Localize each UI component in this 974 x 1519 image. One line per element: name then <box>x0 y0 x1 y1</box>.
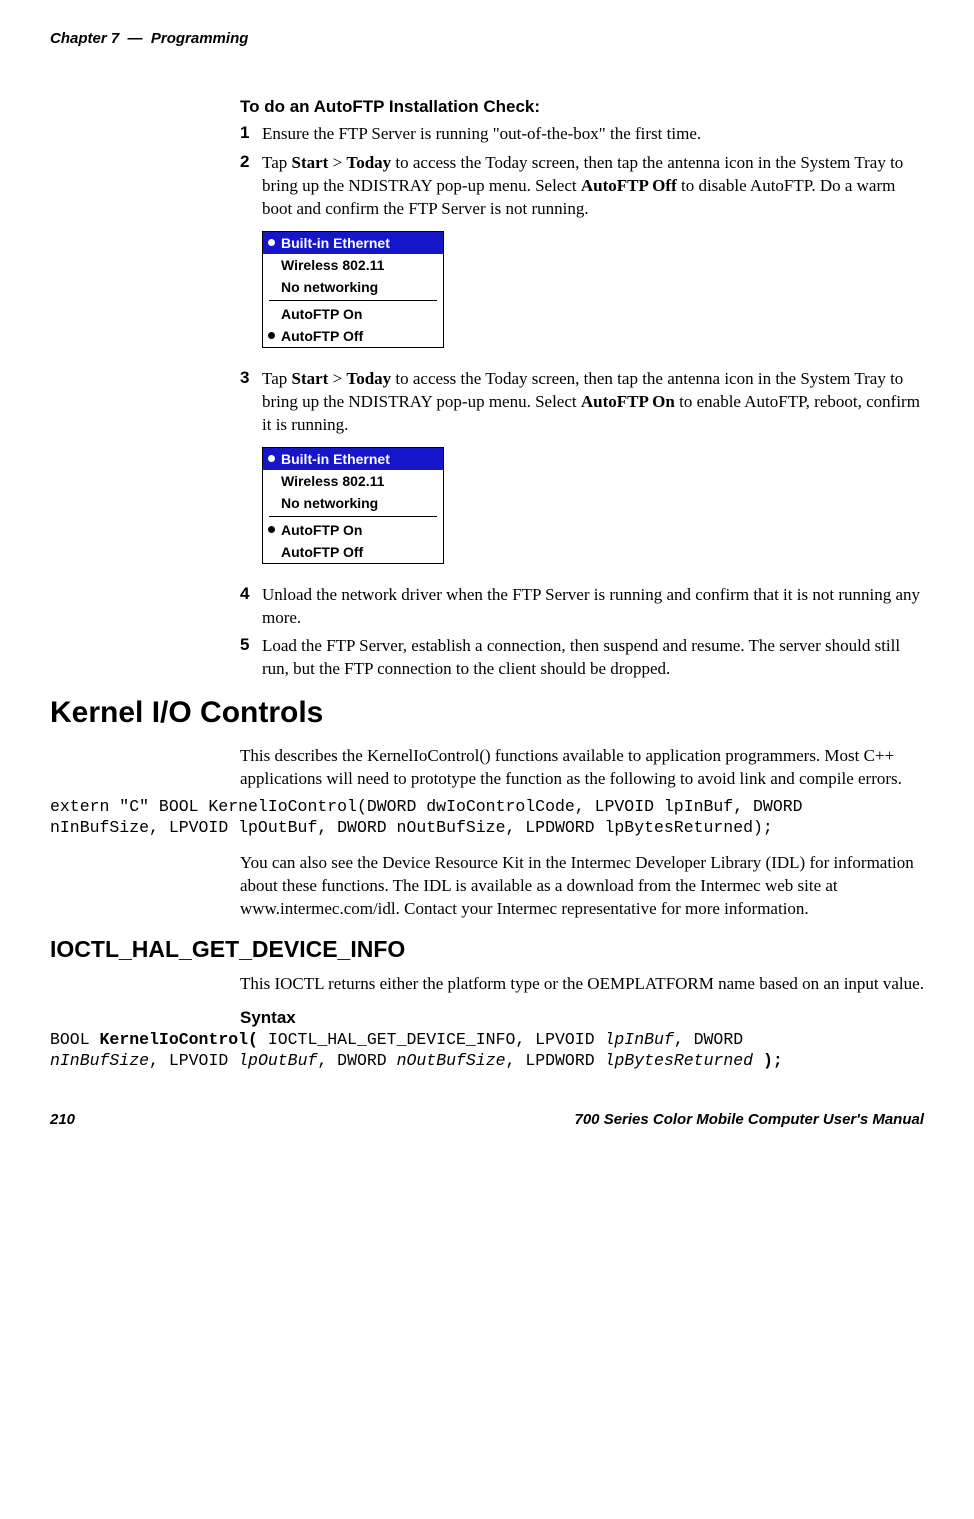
list-item: 3 Tap Start > Today to access the Today … <box>240 368 924 437</box>
step-text: Unload the network driver when the FTP S… <box>262 584 924 630</box>
menu-title: Built-in Ethernet <box>281 235 390 251</box>
step-text: Tap Start > Today to access the Today sc… <box>262 368 924 437</box>
instructions-list-cont: 3 Tap Start > Today to access the Today … <box>240 368 924 437</box>
step-num: 1 <box>240 123 262 146</box>
ioctl-heading: IOCTL_HAL_GET_DEVICE_INFO <box>50 936 924 963</box>
ioctl-para: This IOCTL returns either the platform t… <box>240 973 924 996</box>
kernel-para1: This describes the KernelIoControl() fun… <box>240 745 924 791</box>
list-item: 5 Load the FTP Server, establish a conne… <box>240 635 924 681</box>
step-text: Tap Start > Today to access the Today sc… <box>262 152 924 221</box>
list-item: 2 Tap Start > Today to access the Today … <box>240 152 924 221</box>
kernel-io-heading: Kernel I/O Controls <box>50 696 924 730</box>
menu-title: Built-in Ethernet <box>281 451 390 467</box>
radio-dot-icon <box>268 239 275 246</box>
step-text: Load the FTP Server, establish a connect… <box>262 635 924 681</box>
menu-title-bar: Built-in Ethernet <box>263 448 443 470</box>
header-sep: — <box>128 30 143 47</box>
syntax-label: Syntax <box>240 1008 924 1028</box>
menu-item-no-networking: No networking <box>263 492 443 514</box>
step-text: Ensure the FTP Server is running "out-of… <box>262 123 924 146</box>
running-header: Chapter 7 — Programming <box>50 30 924 47</box>
menu-divider <box>269 300 437 301</box>
step-num: 5 <box>240 635 262 681</box>
ndistray-menu: Built-in Ethernet Wireless 802.11 No net… <box>262 231 444 348</box>
menu-title-bar: Built-in Ethernet <box>263 232 443 254</box>
chapter-label: Chapter 7 <box>50 30 119 47</box>
step-num: 3 <box>240 368 262 437</box>
menu-divider <box>269 516 437 517</box>
menu-item-wireless: Wireless 802.11 <box>263 470 443 492</box>
list-item: 4 Unload the network driver when the FTP… <box>240 584 924 630</box>
menu-item-wireless: Wireless 802.11 <box>263 254 443 276</box>
instructions-list: 1 Ensure the FTP Server is running "out-… <box>240 123 924 221</box>
menu-item-autoftp-off: AutoFTP Off <box>263 541 443 563</box>
chapter-title: Programming <box>151 30 249 47</box>
menu-item-autoftp-off: AutoFTP Off <box>263 325 443 347</box>
menu-item-autoftp-on: AutoFTP On <box>263 519 443 541</box>
ndistray-menu: Built-in Ethernet Wireless 802.11 No net… <box>262 447 444 564</box>
instructions-list-cont2: 4 Unload the network driver when the FTP… <box>240 584 924 682</box>
step-num: 2 <box>240 152 262 221</box>
page-number: 210 <box>50 1111 75 1128</box>
list-item: 1 Ensure the FTP Server is running "out-… <box>240 123 924 146</box>
kernel-code1: extern "C" BOOL KernelIoControl(DWORD dw… <box>50 797 924 838</box>
menu-item-no-networking: No networking <box>263 276 443 298</box>
step-num: 4 <box>240 584 262 630</box>
syntax-code: BOOL KernelIoControl( IOCTL_HAL_GET_DEVI… <box>50 1030 924 1071</box>
kernel-para2: You can also see the Device Resource Kit… <box>240 852 924 921</box>
page-footer: 210 700 Series Color Mobile Computer Use… <box>50 1111 924 1128</box>
menu-item-autoftp-on: AutoFTP On <box>263 303 443 325</box>
radio-dot-icon <box>268 455 275 462</box>
autoftp-check-heading: To do an AutoFTP Installation Check: <box>240 97 924 117</box>
manual-title: 700 Series Color Mobile Computer User's … <box>575 1111 925 1128</box>
